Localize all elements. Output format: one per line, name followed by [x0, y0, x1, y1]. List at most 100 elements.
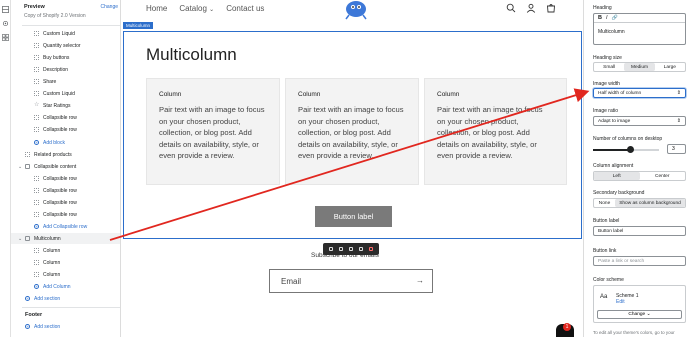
sidebar-item[interactable]: Collapsible row [11, 124, 120, 135]
image-width-select[interactable]: Half width of column ⇕ [593, 88, 686, 98]
slider-fill [593, 149, 631, 151]
multicolumn-section[interactable]: Multicolumn Column Pair text with an ima… [123, 31, 582, 239]
sidebar-item[interactable]: Collapsible row [11, 112, 120, 123]
preview-header: Preview Change Copy of Shopify 2.0 Versi… [24, 4, 118, 19]
column-card[interactable]: Column Pair text with an image to focus … [424, 78, 567, 185]
link-button[interactable]: 🔗 [612, 15, 618, 21]
sidebar-item[interactable]: Collapsible row [11, 197, 120, 208]
color-scheme-label: Color scheme [593, 277, 624, 283]
sidebar-item[interactable]: Quantity selector [11, 40, 120, 51]
nav-link-home[interactable]: Home [146, 4, 167, 13]
sidebar-item[interactable]: Custom Liquid [11, 28, 120, 39]
bold-button[interactable]: B [598, 15, 602, 21]
sidebar-item[interactable]: Collapsible row [11, 173, 120, 184]
sidebar-item[interactable]: Column [11, 245, 120, 256]
account-icon[interactable] [526, 3, 536, 13]
add-collapsible-row-button[interactable]: + Add Collapsible row [11, 221, 120, 232]
button-label-value: Button label [598, 228, 624, 234]
sidebar-item[interactable]: Collapsible row [11, 185, 120, 196]
footer-group-label: Footer [25, 312, 43, 318]
sidebar-item-label: Related products [34, 151, 72, 158]
heading-rich-text-editor[interactable]: B I 🔗 Multicolumn [593, 13, 686, 45]
block-icon [34, 248, 39, 253]
block-icon [34, 188, 39, 193]
divider [22, 307, 120, 308]
alignment-center[interactable]: Center [640, 172, 686, 180]
column-card[interactable]: Column Pair text with an image to focus … [285, 78, 419, 185]
cart-icon[interactable] [546, 3, 556, 13]
image-ratio-label: Image ratio [593, 108, 619, 114]
block-icon [34, 212, 39, 217]
sidebar-item-label: Collapsible row [43, 114, 77, 121]
italic-button[interactable]: I [606, 15, 608, 21]
chevron-down-icon[interactable]: ⌄ [18, 164, 22, 170]
column-card[interactable]: Column Pair text with an image to focus … [146, 78, 280, 185]
delete-icon[interactable] [369, 247, 373, 251]
sidebar-item[interactable]: Collapsible row [11, 209, 120, 220]
apps-icon[interactable] [2, 34, 9, 41]
add-column-button[interactable]: + Add Column [11, 281, 120, 292]
scheme-change-label: Change [628, 312, 646, 317]
nav-link-contact[interactable]: Contact us [226, 4, 264, 13]
block-icon [34, 260, 39, 265]
column-body: Pair text with an image to focus on your… [159, 105, 265, 160]
chat-icon[interactable]: 1 [556, 323, 574, 337]
settings-icon[interactable] [2, 20, 9, 27]
store-logo-icon[interactable] [341, 0, 371, 20]
alignment-left[interactable]: Left [594, 172, 640, 180]
duplicate-icon[interactable] [349, 247, 353, 251]
heading-value[interactable]: Multicolumn [594, 23, 685, 38]
sidebar-item-collapsible-content[interactable]: ⌄ Collapsible content [11, 161, 120, 172]
columns-number-input[interactable]: 3 [667, 144, 686, 154]
section-button[interactable]: Button label [315, 206, 392, 227]
arrow-right-icon[interactable]: → [416, 276, 424, 285]
add-block-button[interactable]: + Add block [11, 137, 120, 148]
sidebar-item[interactable]: ☆ Star Ratings [11, 100, 120, 111]
sidebar-item-label: Quantity selector [43, 42, 81, 49]
search-icon[interactable] [506, 3, 516, 13]
block-icon [34, 272, 39, 277]
chevron-down-icon[interactable]: ⌄ [18, 236, 22, 242]
scheme-edit-link[interactable]: Edit [616, 299, 625, 305]
button-label-input[interactable]: Button label [593, 226, 686, 236]
move-up-icon[interactable] [329, 247, 333, 251]
section-heading: Multicolumn [146, 45, 237, 64]
button-link-input[interactable]: Paste a link or search [593, 256, 686, 266]
multicolumn-icon [25, 236, 30, 241]
secondary-bg-column[interactable]: Show as column background [615, 199, 685, 207]
image-width-label: Image width [593, 81, 620, 87]
slider-thumb[interactable] [627, 146, 635, 153]
sidebar-item[interactable]: Custom Liquid [11, 88, 120, 99]
sections-icon[interactable] [2, 6, 9, 13]
preview-canvas: Home Catalog ⌄ Contact us Multicolumn Mu… [121, 0, 583, 337]
secondary-bg-label: Secondary background [593, 190, 645, 196]
sidebar-item[interactable]: Column [11, 257, 120, 268]
sidebar-item[interactable]: Column [11, 269, 120, 280]
sidebar-item-label: Description [43, 66, 69, 73]
heading-size-large[interactable]: Large [655, 63, 685, 71]
sidebar-item-related-products[interactable]: Related products [11, 149, 120, 160]
block-icon [34, 115, 39, 120]
scheme-change-button[interactable]: Change ⌄ [597, 310, 682, 319]
sidebar-item-label: Star Ratings [43, 102, 71, 109]
heading-size-small[interactable]: Small [594, 63, 624, 71]
sidebar-item[interactable]: Share [11, 76, 120, 87]
hide-icon[interactable] [359, 247, 363, 251]
columns-slider[interactable] [593, 146, 659, 153]
nav-link-catalog[interactable]: Catalog ⌄ [179, 4, 214, 13]
email-field[interactable]: Email → [269, 269, 433, 293]
sidebar-item[interactable]: Buy buttons [11, 52, 120, 63]
heading-size-medium[interactable]: Medium [624, 63, 655, 71]
sidebar-item-label: Collapsible row [43, 211, 77, 218]
image-ratio-select[interactable]: Adapt to image ⇕ [593, 116, 686, 126]
sidebar-item[interactable]: Description [11, 64, 120, 75]
move-down-icon[interactable] [339, 247, 343, 251]
add-section-button[interactable]: + Add section [11, 293, 120, 304]
plus-icon: + [34, 140, 39, 145]
change-preview-link[interactable]: Change [100, 4, 118, 10]
secondary-bg-none[interactable]: None [594, 199, 615, 207]
add-block-label: Add block [43, 139, 65, 146]
sidebar-item-multicolumn[interactable]: ⌄ Multicolumn [11, 233, 120, 244]
footer-add-section-button[interactable]: + Add section [11, 321, 120, 332]
notification-badge: 1 [563, 323, 571, 331]
